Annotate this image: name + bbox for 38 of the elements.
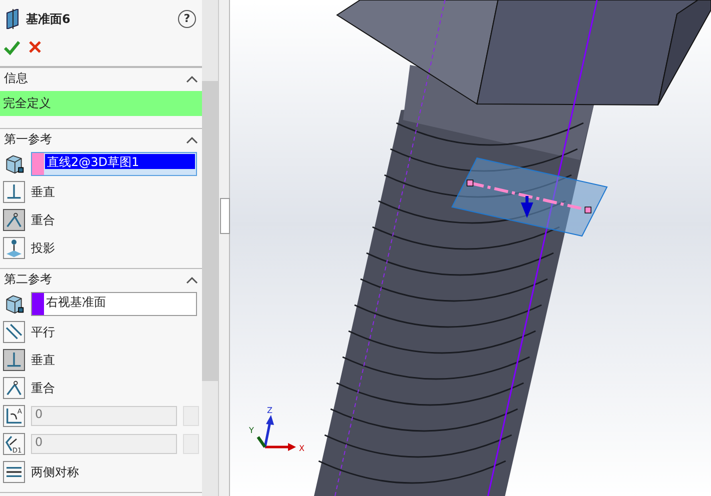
axis-label: Z	[267, 406, 272, 415]
scrollbar-thumb[interactable]	[202, 81, 218, 381]
splitter-handle[interactable]	[220, 198, 230, 234]
cube-icon	[3, 153, 25, 175]
option-label: 重合	[31, 212, 55, 228]
option-label: 垂直	[31, 352, 55, 368]
collapse-icon[interactable]	[186, 276, 198, 284]
section-title: 第二参考	[4, 271, 52, 288]
ok-icon[interactable]	[4, 40, 20, 56]
cube-icon	[3, 293, 25, 315]
symmetric-button[interactable]	[3, 461, 25, 483]
feature-title: 基准面6	[26, 10, 72, 28]
reference-field[interactable]: 直线2@3D草图1	[31, 152, 197, 176]
status-message: 完全定义	[0, 91, 202, 116]
coincident-button[interactable]	[3, 209, 25, 231]
normal-arrow-icon	[522, 194, 532, 218]
help-button[interactable]: ?	[178, 10, 196, 28]
collapse-icon[interactable]	[186, 74, 198, 82]
option-label: 平行	[31, 324, 55, 340]
axis-label: X	[299, 444, 304, 453]
section-title: 第一参考	[4, 131, 52, 148]
collapse-icon[interactable]	[186, 136, 198, 144]
parallel-button[interactable]	[3, 321, 25, 343]
projection-icon	[4, 237, 24, 259]
perpendicular-button[interactable]	[3, 349, 25, 371]
option-label: 投影	[31, 240, 55, 256]
projection-button[interactable]	[3, 237, 25, 259]
plane-icon	[6, 9, 20, 29]
perpendicular-button[interactable]	[3, 181, 25, 203]
option-label: 垂直	[31, 184, 55, 200]
axis-label: Y	[249, 426, 254, 435]
reference-field[interactable]: 右视基准面	[31, 292, 197, 316]
axis-triad-icon	[256, 415, 296, 451]
option-label: 重合	[31, 380, 55, 396]
section-title: 信息	[4, 70, 28, 87]
coincident-button[interactable]	[3, 377, 25, 399]
option-label: 两侧对称	[31, 464, 79, 480]
close-icon[interactable]	[28, 40, 42, 54]
